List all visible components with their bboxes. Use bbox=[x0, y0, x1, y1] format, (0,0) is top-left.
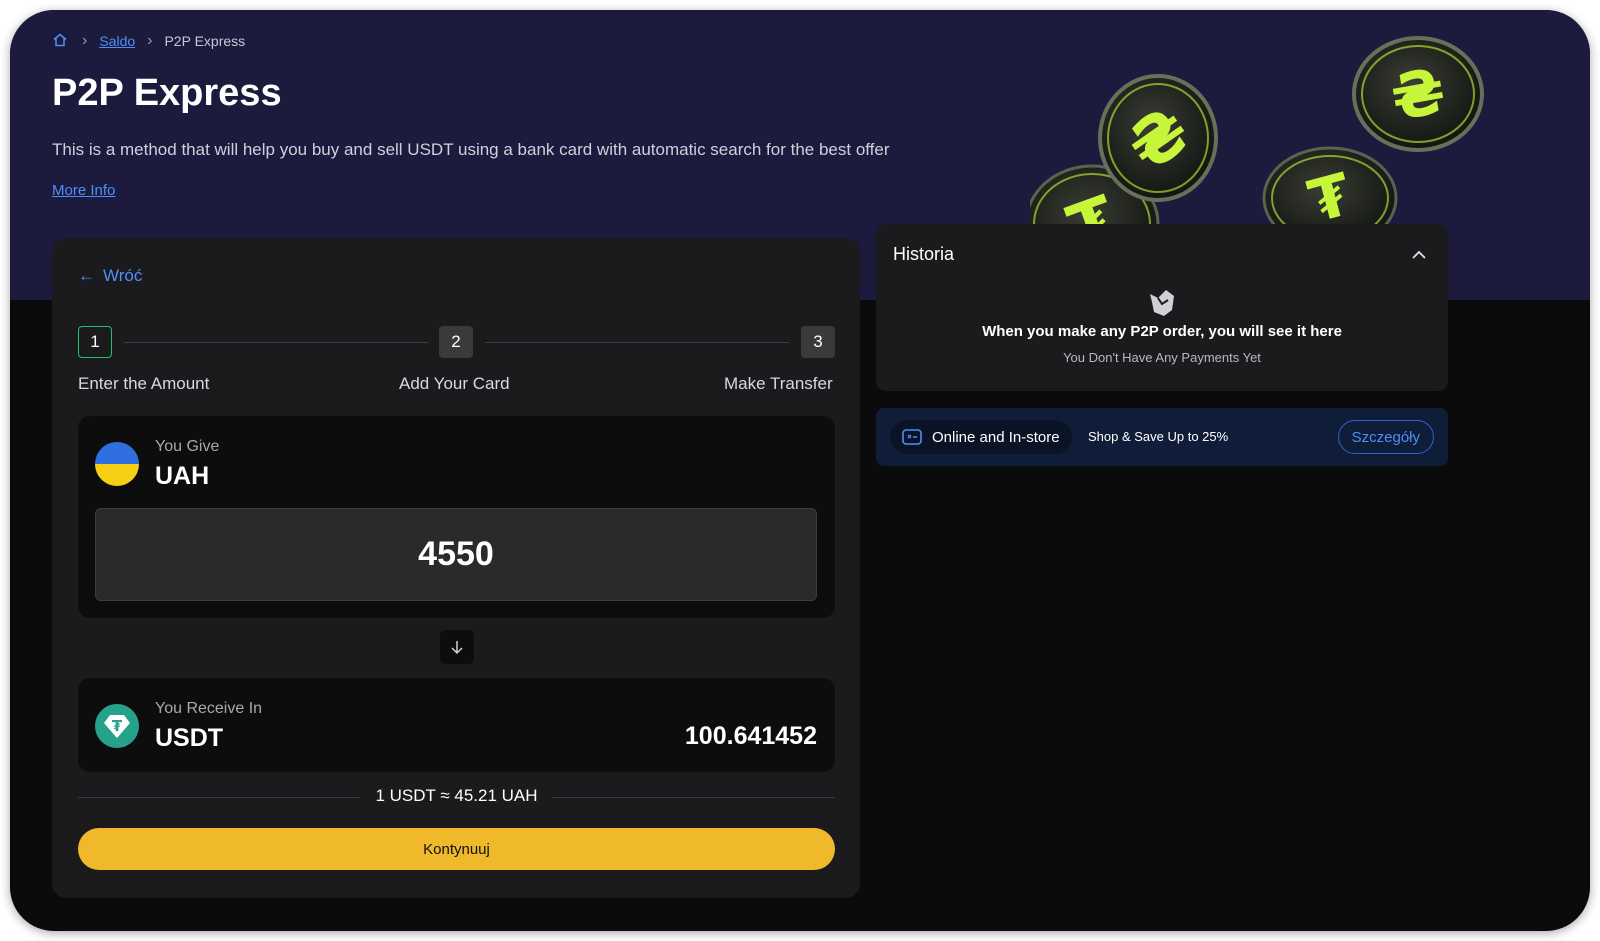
continue-button[interactable]: Kontynuuj bbox=[78, 828, 835, 870]
back-label: Wróć bbox=[103, 266, 143, 285]
stepper: 1 2 3 bbox=[78, 326, 835, 360]
divider bbox=[552, 797, 835, 798]
ukraine-flag-icon bbox=[95, 442, 139, 486]
step-2-indicator: 2 bbox=[439, 326, 473, 358]
give-amount-input[interactable] bbox=[95, 508, 817, 601]
receive-amount: 100.641452 bbox=[684, 722, 817, 750]
hryvnia-coin-icon: ₴ bbox=[1352, 36, 1484, 152]
give-label: You Give bbox=[155, 438, 220, 455]
promo-pill-label: Online and In-store bbox=[932, 428, 1060, 446]
breadcrumb: › Saldo › P2P Express bbox=[52, 32, 245, 50]
promo-pill: Online and In-store bbox=[890, 420, 1072, 454]
arrow-down-icon bbox=[451, 641, 463, 655]
app-window: › Saldo › P2P Express P2P Express This i… bbox=[10, 10, 1590, 931]
swap-direction-button[interactable] bbox=[440, 630, 474, 664]
exchange-rate: 1 USDT ≈ 45.21 UAH bbox=[375, 786, 538, 805]
empty-state-mascot-icon bbox=[1150, 290, 1174, 316]
chevron-up-icon[interactable] bbox=[1410, 246, 1428, 264]
breadcrumb-current: P2P Express bbox=[164, 33, 246, 49]
promo-details-button[interactable]: Szczegóły bbox=[1337, 420, 1434, 454]
receive-label: You Receive In bbox=[155, 700, 263, 717]
page-description: This is a method that will help you buy … bbox=[52, 140, 890, 159]
give-panel: You Give UAH bbox=[78, 416, 835, 618]
chevron-right-icon: › bbox=[82, 32, 88, 49]
home-icon[interactable] bbox=[52, 32, 70, 50]
page-title: P2P Express bbox=[52, 72, 282, 114]
coins-illustration: ₮ ₴ ₮ ₴ bbox=[1030, 36, 1484, 240]
svg-text:₮: ₮ bbox=[112, 717, 123, 735]
promo-text: Shop & Save Up to 25% bbox=[1088, 429, 1229, 444]
history-title: Historia bbox=[893, 244, 955, 264]
chevron-right-icon: › bbox=[147, 32, 153, 49]
promo-banner: Online and In-store Shop & Save Up to 25… bbox=[876, 408, 1448, 466]
breadcrumb-saldo-link[interactable]: Saldo bbox=[99, 33, 135, 49]
card-icon bbox=[902, 429, 922, 445]
history-empty-subtitle: You Don't Have Any Payments Yet bbox=[1063, 350, 1261, 365]
p2p-form-card: ← Wróć 1 2 3 Enter the Amount Add Your C… bbox=[52, 238, 860, 898]
step-1-label: Enter the Amount bbox=[78, 374, 210, 393]
step-connector bbox=[485, 342, 789, 343]
back-button[interactable]: ← Wróć bbox=[78, 266, 142, 286]
step-connector bbox=[124, 342, 428, 343]
receive-currency[interactable]: USDT bbox=[155, 724, 223, 753]
history-panel: Historia When you make any P2P order, yo… bbox=[876, 224, 1448, 391]
step-3-label: Make Transfer bbox=[724, 374, 833, 393]
step-1-indicator: 1 bbox=[78, 326, 112, 358]
more-info-link[interactable]: More Info bbox=[52, 182, 115, 199]
step-2-label: Add Your Card bbox=[399, 374, 510, 393]
arrow-left-icon: ← bbox=[78, 266, 95, 285]
usdt-icon: ₮ bbox=[95, 704, 139, 748]
exchange-rate-row: 1 USDT ≈ 45.21 UAH bbox=[78, 786, 835, 810]
give-currency[interactable]: UAH bbox=[155, 462, 209, 491]
history-empty-title: When you make any P2P order, you will se… bbox=[982, 323, 1342, 340]
hryvnia-coin-icon: ₴ bbox=[1098, 74, 1218, 202]
step-3-indicator: 3 bbox=[801, 326, 835, 358]
receive-panel: ₮ You Receive In USDT 100.641452 bbox=[78, 678, 835, 772]
